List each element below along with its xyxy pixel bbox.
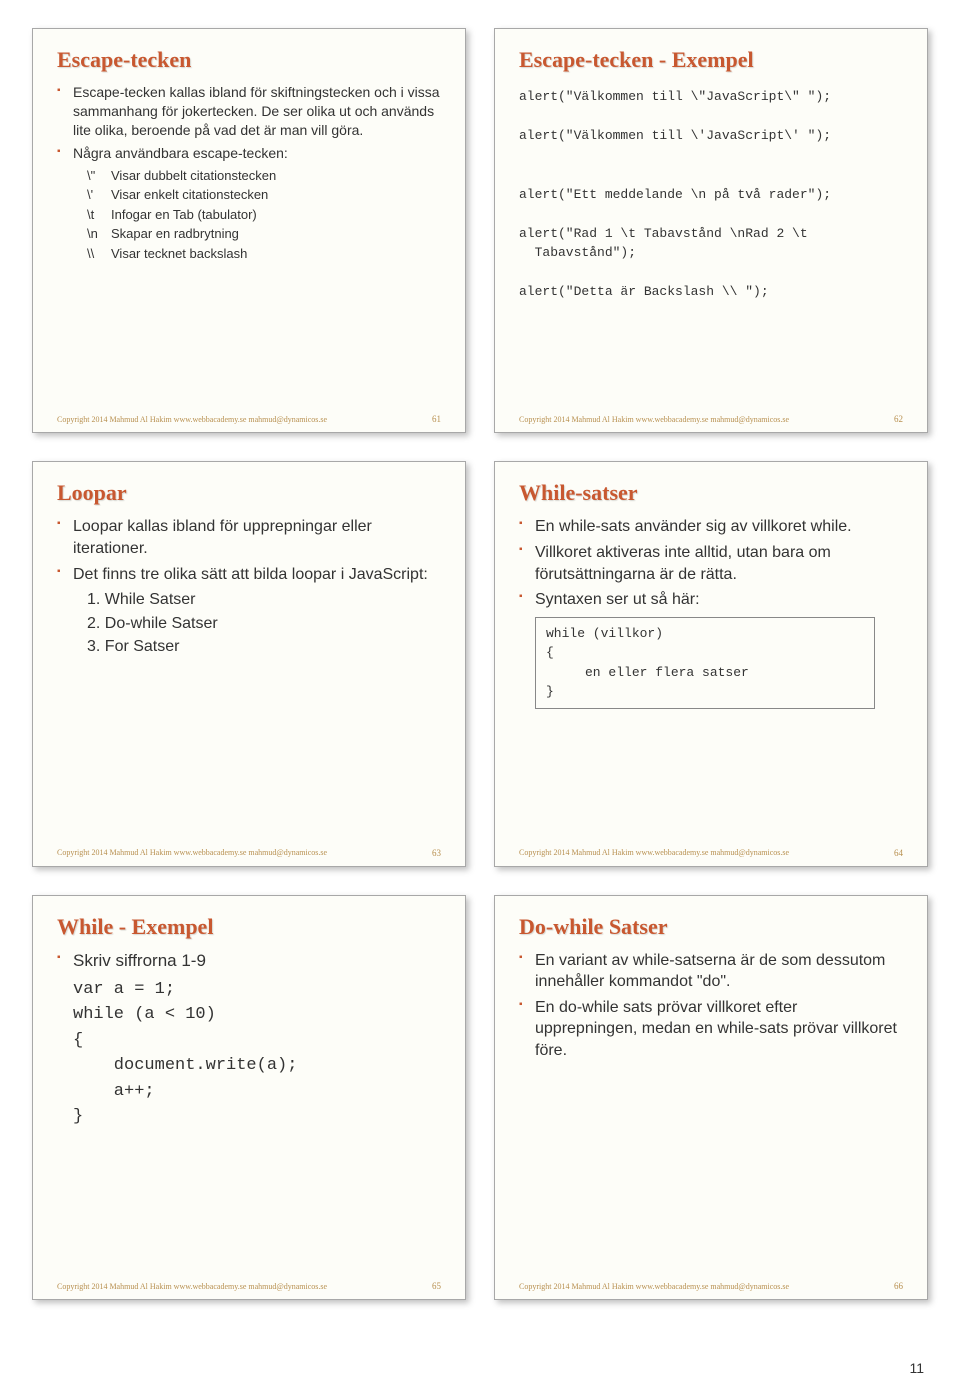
slide-footer: Copyright 2014 Mahmud Al Hakim www.webba… bbox=[57, 414, 441, 424]
bullet: Escape-tecken kallas ibland för skiftnin… bbox=[57, 83, 441, 140]
slide-65: While - Exempel Skriv siffrorna 1-9 var … bbox=[32, 895, 466, 1300]
list-item: 2. Do-while Satser bbox=[87, 613, 441, 635]
slide-footer: Copyright 2014 Mahmud Al Hakim www.webba… bbox=[57, 848, 441, 858]
slide-number: 64 bbox=[894, 848, 903, 858]
bullet: Skriv siffrorna 1-9 bbox=[57, 950, 441, 973]
bullet: En variant av while-satserna är de som d… bbox=[519, 950, 903, 993]
bullet: En do-while sats prövar villkoret efter … bbox=[519, 997, 903, 1062]
bullet: En while-sats använder sig av villkoret … bbox=[519, 516, 903, 538]
slide-63: Loopar Loopar kallas ibland för upprepni… bbox=[32, 461, 466, 866]
copyright-text: Copyright 2014 Mahmud Al Hakim www.webba… bbox=[519, 1282, 789, 1291]
bullet: Loopar kallas ibland för upprepningar el… bbox=[57, 516, 441, 559]
slide-content: En variant av while-satserna är de som d… bbox=[519, 950, 903, 1271]
code-block: var a = 1; while (a < 10) { document.wri… bbox=[73, 977, 441, 1130]
slide-content: alert("Välkommen till \"JavaScript\" ");… bbox=[519, 83, 903, 404]
escape-row: \tInfogar en Tab (tabulator) bbox=[57, 206, 441, 224]
slide-title: Do-while Satser bbox=[519, 914, 903, 940]
slide-number: 61 bbox=[432, 414, 441, 424]
copyright-text: Copyright 2014 Mahmud Al Hakim www.webba… bbox=[519, 415, 789, 424]
slide-footer: Copyright 2014 Mahmud Al Hakim www.webba… bbox=[57, 1281, 441, 1291]
page-number: 11 bbox=[909, 1360, 924, 1376]
slide-footer: Copyright 2014 Mahmud Al Hakim www.webba… bbox=[519, 1281, 903, 1291]
slide-title: Loopar bbox=[57, 480, 441, 506]
escape-row: \'Visar enkelt citationstecken bbox=[57, 186, 441, 204]
slide-content: Escape-tecken kallas ibland för skiftnin… bbox=[57, 83, 441, 404]
slide-title: Escape-tecken bbox=[57, 47, 441, 73]
copyright-text: Copyright 2014 Mahmud Al Hakim www.webba… bbox=[57, 1282, 327, 1291]
slide-66: Do-while Satser En variant av while-sats… bbox=[494, 895, 928, 1300]
slide-title: Escape-tecken - Exempel bbox=[519, 47, 903, 73]
bullet: Det finns tre olika sätt att bilda loopa… bbox=[57, 564, 441, 586]
slide-content: En while-sats använder sig av villkoret … bbox=[519, 516, 903, 837]
copyright-text: Copyright 2014 Mahmud Al Hakim www.webba… bbox=[57, 848, 327, 857]
slide-content: Skriv siffrorna 1-9 var a = 1; while (a … bbox=[57, 950, 441, 1271]
slide-footer: Copyright 2014 Mahmud Al Hakim www.webba… bbox=[519, 414, 903, 424]
slide-number: 65 bbox=[432, 1281, 441, 1291]
code-block: alert("Välkommen till \"JavaScript\" ");… bbox=[519, 87, 903, 302]
slide-number: 63 bbox=[432, 848, 441, 858]
slide-61: Escape-tecken Escape-tecken kallas iblan… bbox=[32, 28, 466, 433]
bullet: Villkoret aktiveras inte alltid, utan ba… bbox=[519, 542, 903, 585]
bullet: Syntaxen ser ut så här: bbox=[519, 589, 903, 611]
slide-number: 66 bbox=[894, 1281, 903, 1291]
slide-62: Escape-tecken - Exempel alert("Välkommen… bbox=[494, 28, 928, 433]
slide-64: While-satser En while-sats använder sig … bbox=[494, 461, 928, 866]
slide-content: Loopar kallas ibland för upprepningar el… bbox=[57, 516, 441, 837]
list-item: 1. While Satser bbox=[87, 589, 441, 611]
bullet: Några användbara escape-tecken: bbox=[57, 144, 441, 163]
slide-title: While - Exempel bbox=[57, 914, 441, 940]
list-item: 3. For Satser bbox=[87, 636, 441, 658]
code-box: while (villkor) { en eller flera satser … bbox=[535, 617, 875, 709]
copyright-text: Copyright 2014 Mahmud Al Hakim www.webba… bbox=[57, 415, 327, 424]
escape-row: \\Visar tecknet backslash bbox=[57, 245, 441, 263]
slide-title: While-satser bbox=[519, 480, 903, 506]
slide-footer: Copyright 2014 Mahmud Al Hakim www.webba… bbox=[519, 848, 903, 858]
copyright-text: Copyright 2014 Mahmud Al Hakim www.webba… bbox=[519, 848, 789, 857]
escape-row: \nSkapar en radbrytning bbox=[57, 225, 441, 243]
escape-row: \"Visar dubbelt citationstecken bbox=[57, 167, 441, 185]
slide-number: 62 bbox=[894, 414, 903, 424]
